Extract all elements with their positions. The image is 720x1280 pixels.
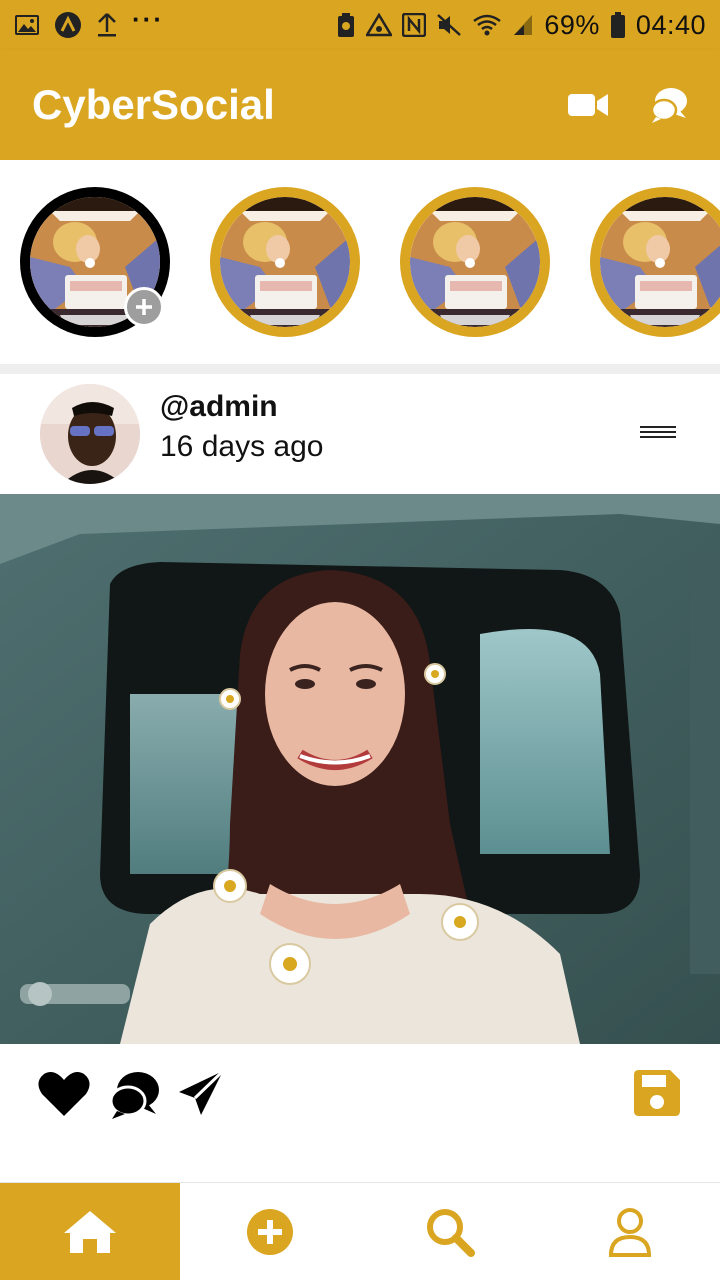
avatar[interactable] [40, 384, 140, 484]
battery-percent: 69% [544, 9, 600, 40]
comment-icon[interactable] [108, 1070, 160, 1120]
post-header: @admin 16 days ago [0, 374, 720, 494]
wifi-icon [472, 13, 502, 37]
save-icon[interactable] [634, 1070, 680, 1116]
mute-icon [436, 13, 462, 37]
more-dots-icon: ··· [132, 3, 164, 34]
battery-saver-icon [336, 12, 356, 38]
send-icon[interactable] [178, 1070, 224, 1116]
app-title: CyberSocial [32, 81, 275, 128]
profile-icon [608, 1207, 652, 1257]
story-own[interactable] [20, 187, 170, 337]
signal-icon [512, 13, 534, 37]
post-image[interactable] [0, 494, 720, 1044]
nav-search[interactable] [360, 1183, 540, 1280]
home-icon [64, 1210, 116, 1253]
section-divider [0, 364, 720, 374]
stories-row [0, 160, 720, 364]
search-icon [427, 1208, 475, 1257]
bottom-nav [0, 1182, 720, 1280]
gallery-icon [14, 13, 40, 37]
app-a-icon [54, 11, 82, 39]
post-actions [0, 1044, 720, 1182]
upload-icon [96, 12, 118, 38]
warning-icon [366, 13, 393, 37]
add-circle-icon [247, 1208, 293, 1255]
story-item[interactable] [210, 187, 360, 337]
chat-bubbles-icon[interactable] [650, 86, 688, 124]
video-camera-icon[interactable] [568, 92, 608, 118]
story-thumbnail [410, 197, 540, 327]
story-thumbnail [220, 197, 350, 327]
nfc-icon [402, 13, 427, 37]
clock: 04:40 [635, 9, 706, 40]
battery-icon [610, 11, 626, 39]
avatar-image [40, 384, 140, 484]
post-username[interactable]: @admin [160, 390, 278, 424]
story-item[interactable] [590, 187, 720, 337]
status-bar: ··· 69% 04:40 [0, 0, 720, 50]
nav-add[interactable] [180, 1183, 360, 1280]
add-story-icon[interactable] [124, 287, 164, 327]
post-timestamp: 16 days ago [160, 430, 324, 463]
nav-profile[interactable] [540, 1183, 720, 1280]
story-item[interactable] [400, 187, 550, 337]
story-thumbnail [600, 197, 720, 327]
post-photo [0, 494, 720, 1044]
app-bar: CyberSocial [0, 50, 720, 160]
nav-home[interactable] [0, 1183, 180, 1280]
heart-icon[interactable] [38, 1070, 90, 1118]
post-menu-icon[interactable] [640, 424, 680, 444]
